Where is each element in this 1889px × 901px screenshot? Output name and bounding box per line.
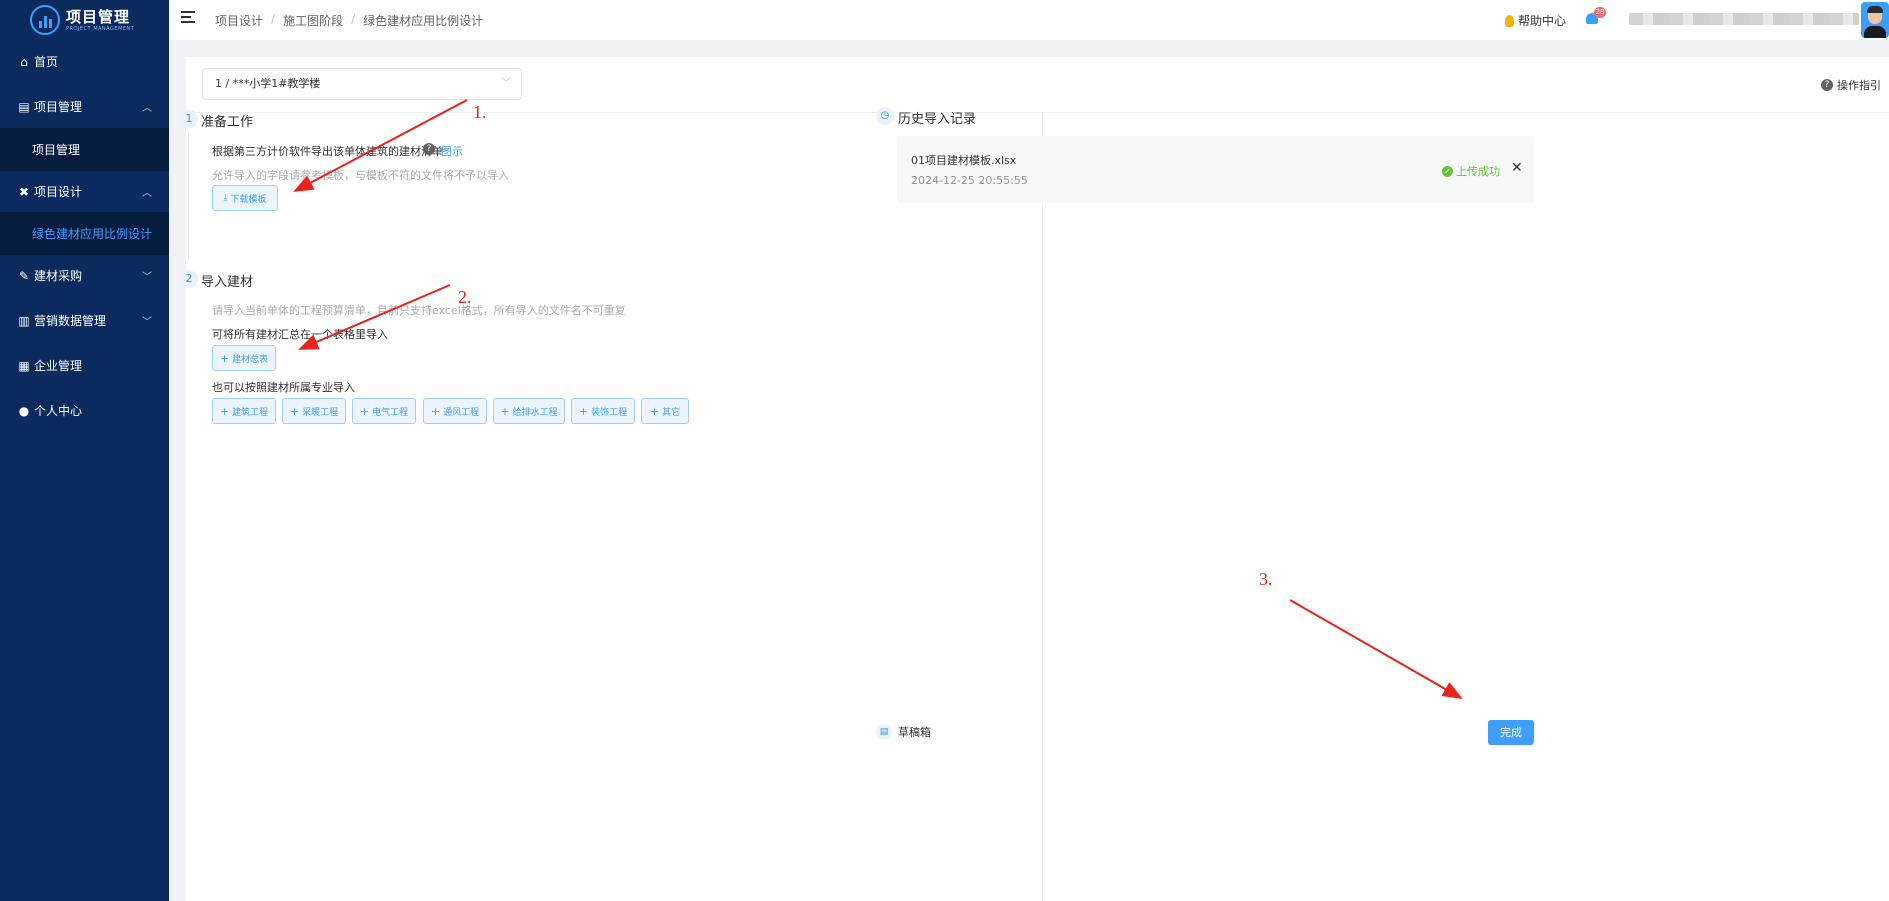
step-1-number: 1 [180, 110, 198, 128]
import-decoration-button[interactable]: + 装饰工程 [571, 398, 635, 424]
specialty-import-label: 也可以按照建材所属专业导入 [212, 381, 355, 394]
plus-icon: + [578, 404, 589, 418]
avatar[interactable] [1861, 2, 1889, 38]
history-title: 历史导入记录 [898, 112, 977, 127]
chevron-up-icon: ︿ [142, 188, 152, 199]
purchase-icon: ✎ [18, 268, 30, 283]
plus-icon: + [500, 404, 510, 418]
annotation-label-1: 1. [473, 102, 487, 122]
design-icon: ✖ [18, 184, 30, 199]
chevron-down-icon: ﹀ [501, 78, 511, 89]
close-icon[interactable]: ✕ [1511, 160, 1523, 176]
sidebar-item-material-purchase[interactable]: ✎ 建材采购 ﹀ [0, 253, 169, 298]
step-connector [188, 132, 189, 260]
step-1-description: 根据第三方计价软件导出该单体建筑的建材清单 [212, 145, 443, 158]
upload-status: ✓ 上传成功 [1442, 163, 1500, 179]
app-title: 项目管理 [66, 7, 131, 26]
step-1-title: 准备工作 [201, 115, 254, 130]
draft-icon: ▤ [876, 724, 892, 740]
app-logo[interactable]: 项目管理 PROJECT MANAGEMENT [0, 0, 169, 40]
check-circle-icon: ✓ [1442, 165, 1453, 177]
sidebar-item-label: 企业管理 [34, 359, 83, 373]
sidebar-item-label: 建材采购 [34, 269, 83, 283]
breadcrumb: 项目设计 / 施工图阶段 / 绿色建材应用比例设计 [215, 12, 484, 29]
sidebar-item-label: 营销数据管理 [34, 314, 107, 328]
sidebar-item-label: 绿色建材应用比例设计 [32, 227, 153, 241]
import-architecture-button[interactable]: + 建筑工程 [212, 398, 276, 424]
notification-badge: 28 [1594, 7, 1606, 18]
plus-icon: + [219, 404, 230, 418]
history-file-name: 01项目建材模板.xlsx [911, 154, 1017, 167]
plus-icon: + [289, 404, 300, 418]
company-icon: ▦ [18, 358, 30, 373]
sidebar: 项目管理 PROJECT MANAGEMENT ⌂ 首页 ▤ 项目管理 ︿ 项目… [0, 0, 169, 901]
step-2-number: 2 [180, 270, 198, 288]
operation-guide-label: 操作指引 [1837, 79, 1881, 92]
annotation-label-3: 3. [1259, 569, 1273, 589]
notification-bell-icon[interactable]: 28 [1585, 7, 1606, 25]
breadcrumb-item: 绿色建材应用比例设计 [363, 14, 484, 28]
sidebar-item-personal[interactable]: ● 个人中心 [0, 388, 169, 433]
sidebar-subitem-green-material[interactable]: 绿色建材应用比例设计 [0, 212, 169, 255]
project-icon: ▤ [18, 99, 30, 114]
sidebar-item-company[interactable]: ▦ 企业管理 [0, 343, 169, 388]
column-divider [1042, 113, 1043, 901]
sidebar-subitem-project-management[interactable]: 项目管理 [0, 128, 169, 171]
user-icon: ● [18, 403, 30, 418]
plus-icon: + [219, 351, 230, 365]
user-name-redacted [1629, 13, 1859, 25]
done-button[interactable]: 完成 [1488, 720, 1534, 745]
breadcrumb-item[interactable]: 施工图阶段 [283, 12, 343, 29]
step-2-hint: 请导入当前单体的工程预算清单，目前只支持excel格式，所有导入的文件名不可重复 [212, 304, 626, 317]
building-select[interactable]: 1 / ***小学1#教学楼 ﹀ [202, 68, 522, 100]
import-plumbing-button[interactable]: + 给排水工程 [493, 398, 565, 424]
annotation-label-2: 2. [458, 287, 472, 307]
plus-icon: + [649, 404, 660, 418]
breadcrumb-item[interactable]: 项目设计 [215, 12, 263, 29]
question-icon[interactable]: ? [423, 143, 435, 155]
app-subtitle: PROJECT MANAGEMENT [66, 25, 135, 32]
lightbulb-icon [1505, 14, 1514, 27]
draft-box-button[interactable]: ▤ 草稿箱 [876, 724, 931, 740]
material-summary-button[interactable]: + 建材总表 [212, 345, 276, 371]
help-center-link[interactable]: 帮助中心 [1505, 12, 1566, 29]
history-time: 2024-12-25 20:55:55 [911, 174, 1028, 187]
sidebar-item-label: 项目设计 [34, 185, 83, 199]
sidebar-item-project-design[interactable]: ✖ 项目设计 ︿ [0, 169, 169, 214]
chevron-up-icon: ︿ [142, 103, 152, 114]
operation-guide-link[interactable]: ? 操作指引 [1821, 77, 1881, 93]
chevron-down-icon: ﹀ [142, 272, 152, 283]
building-select-value: 1 / ***小学1#教学楼 [215, 77, 321, 90]
sidebar-item-label: 项目管理 [32, 143, 81, 157]
sidebar-item-home[interactable]: ⌂ 首页 [0, 39, 169, 84]
download-template-button[interactable]: ⤓ 下载模板 [212, 185, 278, 211]
home-icon: ⌂ [20, 54, 28, 69]
sidebar-item-label: 项目管理 [34, 100, 83, 114]
import-electrical-button[interactable]: + 电气工程 [352, 398, 416, 424]
plus-icon: + [359, 404, 370, 418]
panel-toolbar: 1 / ***小学1#教学楼 ﹀ ? 操作指引 [186, 57, 1889, 113]
sidebar-item-project-management[interactable]: ▤ 项目管理 ︿ [0, 84, 169, 129]
download-icon: ⤓ [223, 193, 228, 203]
import-heating-button[interactable]: + 采暖工程 [282, 398, 346, 424]
history-record: 01项目建材模板.xlsx 2024-12-25 20:55:55 ✓ 上传成功… [897, 136, 1534, 203]
question-icon: ? [1821, 79, 1833, 91]
top-header: 项目设计 / 施工图阶段 / 绿色建材应用比例设计 帮助中心 28 [169, 0, 1889, 40]
import-other-button[interactable]: + 其它 [641, 398, 689, 424]
help-center-label: 帮助中心 [1518, 14, 1567, 28]
logo-icon [30, 5, 60, 35]
plus-icon: + [430, 404, 441, 418]
chart-icon: ▥ [18, 313, 30, 328]
clock-icon: ◷ [876, 107, 894, 125]
menu-toggle-icon[interactable] [181, 11, 195, 23]
summary-import-label: 可将所有建材汇总在一个表格里导入 [212, 328, 388, 341]
diagram-link[interactable]: 图示 [441, 143, 463, 159]
step-2-title: 导入建材 [201, 275, 254, 290]
sidebar-item-label: 首页 [34, 55, 59, 69]
import-ventilation-button[interactable]: + 通风工程 [423, 398, 487, 424]
chevron-down-icon: ﹀ [142, 317, 152, 328]
sidebar-item-marketing-data[interactable]: ▥ 营销数据管理 ﹀ [0, 298, 169, 343]
step-1-hint: 允许导入的字段请参考模板，与模板不符的文件将不予以导入 [212, 169, 509, 182]
sidebar-item-label: 个人中心 [34, 404, 83, 418]
